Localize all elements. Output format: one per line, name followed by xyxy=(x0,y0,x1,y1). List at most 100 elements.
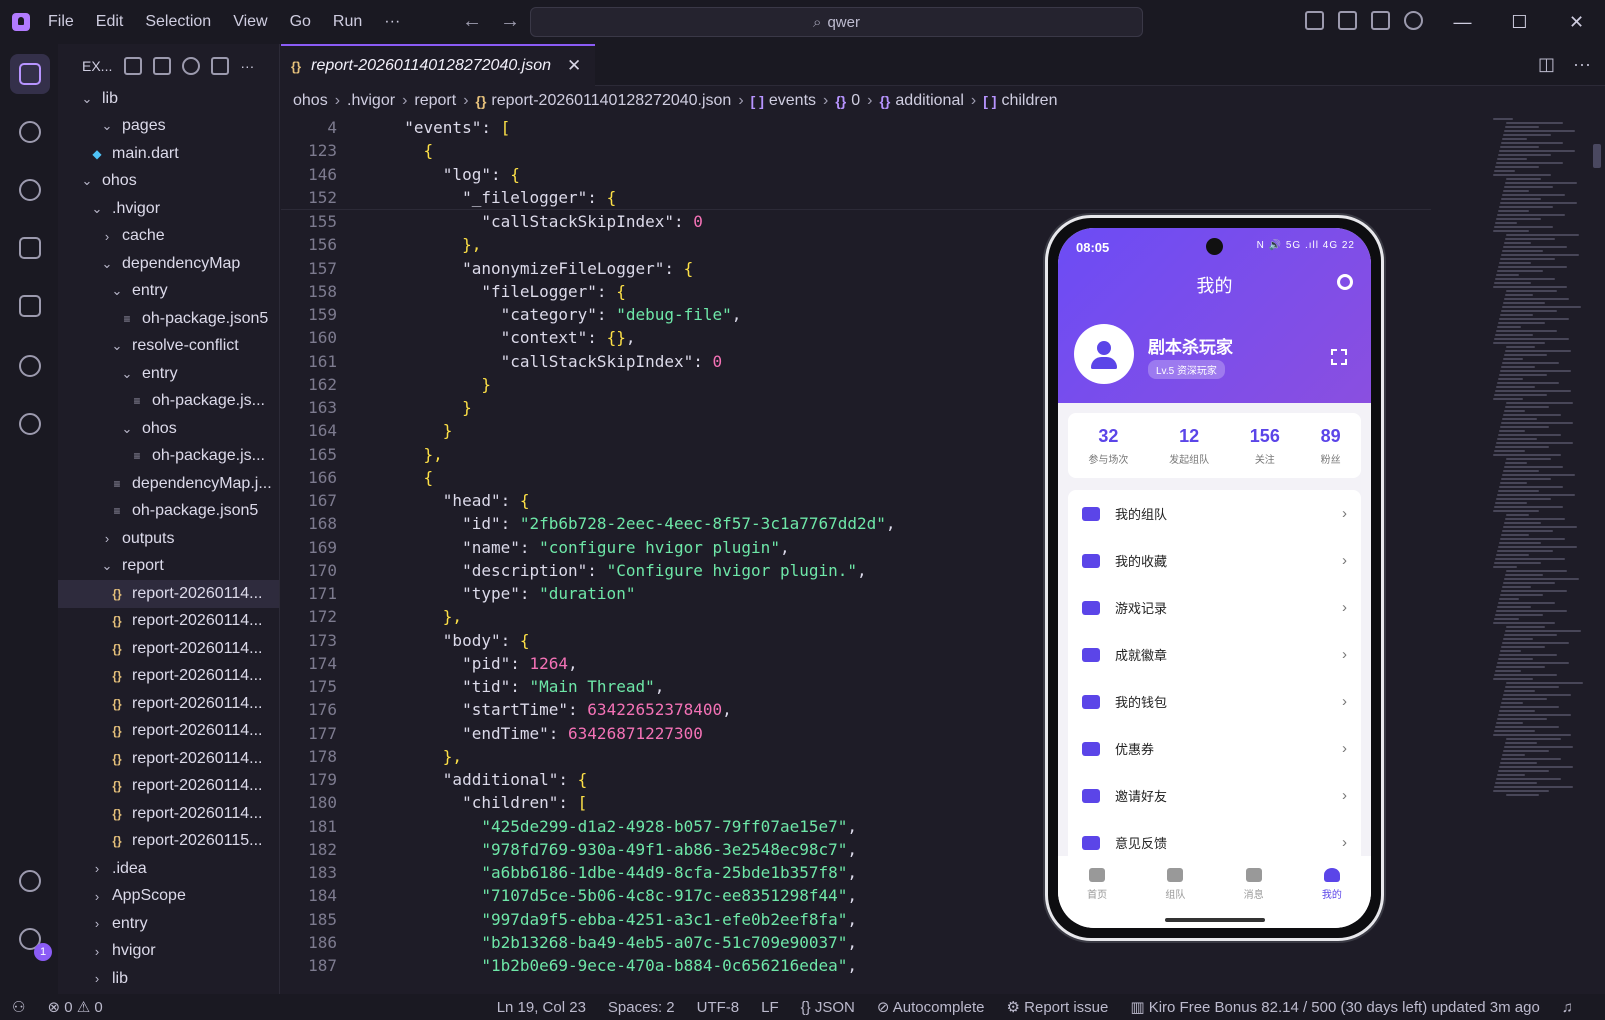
breadcrumb-report[interactable]: report xyxy=(414,92,456,110)
tree-item[interactable]: ⌄ ohos xyxy=(58,415,279,443)
tree-item[interactable]: › cache xyxy=(58,223,279,251)
tab-mine[interactable]: 我的 xyxy=(1322,868,1342,928)
tree-item[interactable]: › .idea xyxy=(58,855,279,883)
command-search[interactable]: ⌕ qwer xyxy=(530,7,1143,37)
settings-activity[interactable]: 1 xyxy=(10,919,52,961)
menu-edit[interactable]: Edit xyxy=(96,13,124,31)
more-actions-icon[interactable]: ··· xyxy=(240,58,254,74)
tree-item[interactable]: {} report-20260114... xyxy=(58,718,279,746)
search-activity[interactable] xyxy=(10,112,50,152)
back-arrow-icon[interactable]: ← xyxy=(462,10,500,32)
stat-following[interactable]: 156 关注 xyxy=(1250,426,1280,466)
tree-item[interactable]: ≡ oh-package.js... xyxy=(58,388,279,416)
profile-menu-item[interactable]: 我的收藏 › xyxy=(1068,537,1361,584)
autocomplete-status[interactable]: ⊘ Autocomplete xyxy=(877,998,985,1016)
tree-item[interactable]: ⌄ resolve-conflict xyxy=(58,333,279,361)
tab-report-json[interactable]: {} report-202601140128272040.json ✕ xyxy=(281,44,596,86)
tree-item[interactable]: ⌄ lib xyxy=(58,85,279,113)
split-editor-icon[interactable]: ◫ xyxy=(1538,54,1555,75)
tree-item[interactable]: ⌄ entry xyxy=(58,278,279,306)
tree-item[interactable]: › lib xyxy=(58,965,279,993)
tree-item[interactable]: › entry xyxy=(58,910,279,938)
close-window-button[interactable]: ✕ xyxy=(1548,12,1605,33)
notifications-bell-icon[interactable]: ♫ xyxy=(1562,999,1573,1016)
tree-item[interactable]: ◆ main.dart xyxy=(58,140,279,168)
collapse-all-icon[interactable] xyxy=(211,57,230,75)
minimize-button[interactable]: — xyxy=(1434,12,1491,33)
tree-item[interactable]: ⌄ pages xyxy=(58,113,279,141)
new-file-icon[interactable] xyxy=(124,57,143,75)
tree-item[interactable]: ⌄ entry xyxy=(58,360,279,388)
tree-item[interactable]: {} report-20260115... xyxy=(58,828,279,856)
minimap[interactable] xyxy=(1493,116,1583,994)
line-ending[interactable]: LF xyxy=(761,999,779,1016)
avatar[interactable] xyxy=(1074,324,1134,384)
profile-menu-item[interactable]: 成就徽章 › xyxy=(1068,631,1361,678)
menu-view[interactable]: View xyxy=(233,13,267,31)
refresh-icon[interactable] xyxy=(182,57,201,75)
language-mode[interactable]: {} JSON xyxy=(801,999,855,1016)
problems-indicator[interactable]: ⊗ 0 ⚠ 0 xyxy=(47,998,102,1016)
menu-selection[interactable]: Selection xyxy=(145,13,211,31)
editor-more-icon[interactable]: ··· xyxy=(1573,54,1591,75)
menu-more[interactable]: ··· xyxy=(384,13,400,31)
profile-menu-item[interactable]: 我的组队 › xyxy=(1068,490,1361,537)
close-tab-icon[interactable]: ✕ xyxy=(567,56,581,76)
tree-item[interactable]: ≡ oh-package.json5 xyxy=(58,305,279,333)
tree-item[interactable]: ≡ oh-package.json5 xyxy=(58,498,279,526)
cursor-position[interactable]: Ln 19, Col 23 xyxy=(497,999,586,1016)
tree-item[interactable]: ⌄ report xyxy=(58,553,279,581)
maximize-button[interactable]: ☐ xyxy=(1491,12,1548,33)
menu-go[interactable]: Go xyxy=(290,13,311,31)
settings-gear-icon[interactable] xyxy=(1337,274,1353,290)
qr-code-icon[interactable] xyxy=(1331,349,1347,365)
tree-item[interactable]: › AppScope xyxy=(58,883,279,911)
tree-item[interactable]: {} report-20260114... xyxy=(58,635,279,663)
tree-item[interactable]: ≡ dependencyMap.j... xyxy=(58,470,279,498)
tab-home[interactable]: 首页 xyxy=(1087,868,1107,928)
profile-menu-item[interactable]: 优惠券 › xyxy=(1068,725,1361,772)
tree-item[interactable]: {} report-20260114... xyxy=(58,663,279,691)
toggle-sidebar-icon[interactable] xyxy=(1338,11,1357,30)
report-issue[interactable]: ⚙ Report issue xyxy=(1007,998,1109,1016)
indentation[interactable]: Spaces: 2 xyxy=(608,999,675,1016)
breadcrumb-file[interactable]: report-202601140128272040.json xyxy=(491,92,731,110)
tree-item[interactable]: {} report-20260114... xyxy=(58,690,279,718)
tree-item[interactable]: {} report-20260114... xyxy=(58,745,279,773)
tree-item[interactable]: {} report-20260114... xyxy=(58,608,279,636)
stat-followers[interactable]: 89 粉丝 xyxy=(1321,426,1341,466)
tree-item[interactable]: › hvigor xyxy=(58,938,279,966)
stat-teams-created[interactable]: 12 发起组队 xyxy=(1169,426,1209,466)
tree-item[interactable]: ≡ oh-package.js... xyxy=(58,443,279,471)
run-debug-activity[interactable] xyxy=(10,228,50,268)
profile-menu-item[interactable]: 我的钱包 › xyxy=(1068,678,1361,725)
tree-item[interactable]: {} report-20260114... xyxy=(58,773,279,801)
customize-layout-icon[interactable] xyxy=(1305,11,1324,30)
chat-icon[interactable] xyxy=(1404,11,1423,30)
new-folder-icon[interactable] xyxy=(153,57,172,75)
stat-participated[interactable]: 32 参与场次 xyxy=(1088,426,1128,466)
toggle-panel-icon[interactable] xyxy=(1371,11,1390,30)
editor-scrollbar[interactable] xyxy=(1593,144,1601,168)
breadcrumb-index[interactable]: 0 xyxy=(851,92,860,110)
breadcrumb-children[interactable]: children xyxy=(1001,92,1057,110)
remote-icon[interactable]: ⚇ xyxy=(12,998,25,1016)
tree-item[interactable]: ⌄ dependencyMap xyxy=(58,250,279,278)
tree-item[interactable]: ⌄ ohos xyxy=(58,168,279,196)
breadcrumb-events[interactable]: events xyxy=(769,92,816,110)
profile-menu-item[interactable]: 游戏记录 › xyxy=(1068,584,1361,631)
extensions-activity[interactable] xyxy=(10,286,50,326)
breadcrumb-additional[interactable]: additional xyxy=(895,92,964,110)
profile-menu-item[interactable]: 邀请好友 › xyxy=(1068,772,1361,819)
tree-item[interactable]: › outputs xyxy=(58,525,279,553)
menu-file[interactable]: File xyxy=(48,13,74,31)
account-activity[interactable] xyxy=(10,861,50,901)
breadcrumb-ohos[interactable]: ohos xyxy=(293,92,328,110)
tree-item[interactable]: ⌄ .hvigor xyxy=(58,195,279,223)
agent-activity[interactable] xyxy=(10,404,50,444)
tree-item[interactable]: {} report-20260114... xyxy=(58,800,279,828)
bonus-usage[interactable]: ▥ Kiro Free Bonus 82.14 / 500 (30 days l… xyxy=(1130,998,1539,1016)
tree-item[interactable]: {} report-20260114... xyxy=(58,580,279,608)
kiro-activity[interactable] xyxy=(10,346,50,386)
explorer-activity[interactable] xyxy=(10,54,50,94)
